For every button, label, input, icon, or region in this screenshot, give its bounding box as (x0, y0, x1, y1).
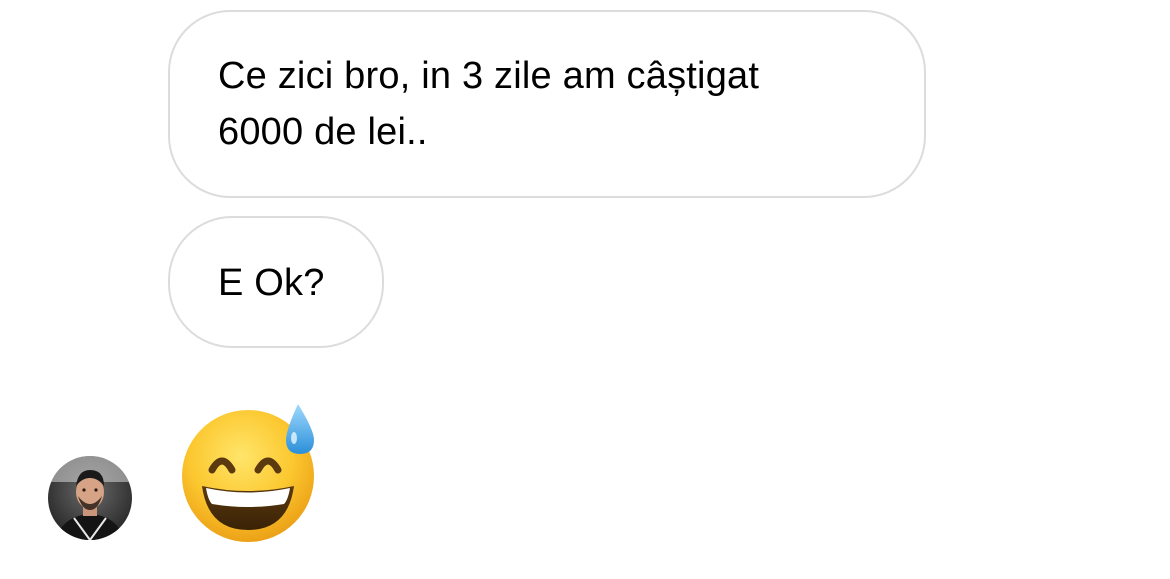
message-bubble[interactable]: Ce zici bro, in 3 zile am câștigat 6000 … (168, 10, 926, 198)
message-bubble[interactable]: E Ok? (168, 216, 384, 348)
chat-thread: Ce zici bro, in 3 zile am câștigat 6000 … (0, 0, 1170, 579)
message-text: Ce zici bro, in 3 zile am câștigat 6000 … (218, 55, 760, 153)
avatar[interactable] (48, 456, 132, 540)
message-text: E Ok? (218, 262, 325, 304)
grinning-face-with-sweat-emoji[interactable] (176, 396, 324, 544)
user-avatar-icon (48, 456, 132, 540)
grinning-face-with-sweat-icon (182, 404, 314, 542)
